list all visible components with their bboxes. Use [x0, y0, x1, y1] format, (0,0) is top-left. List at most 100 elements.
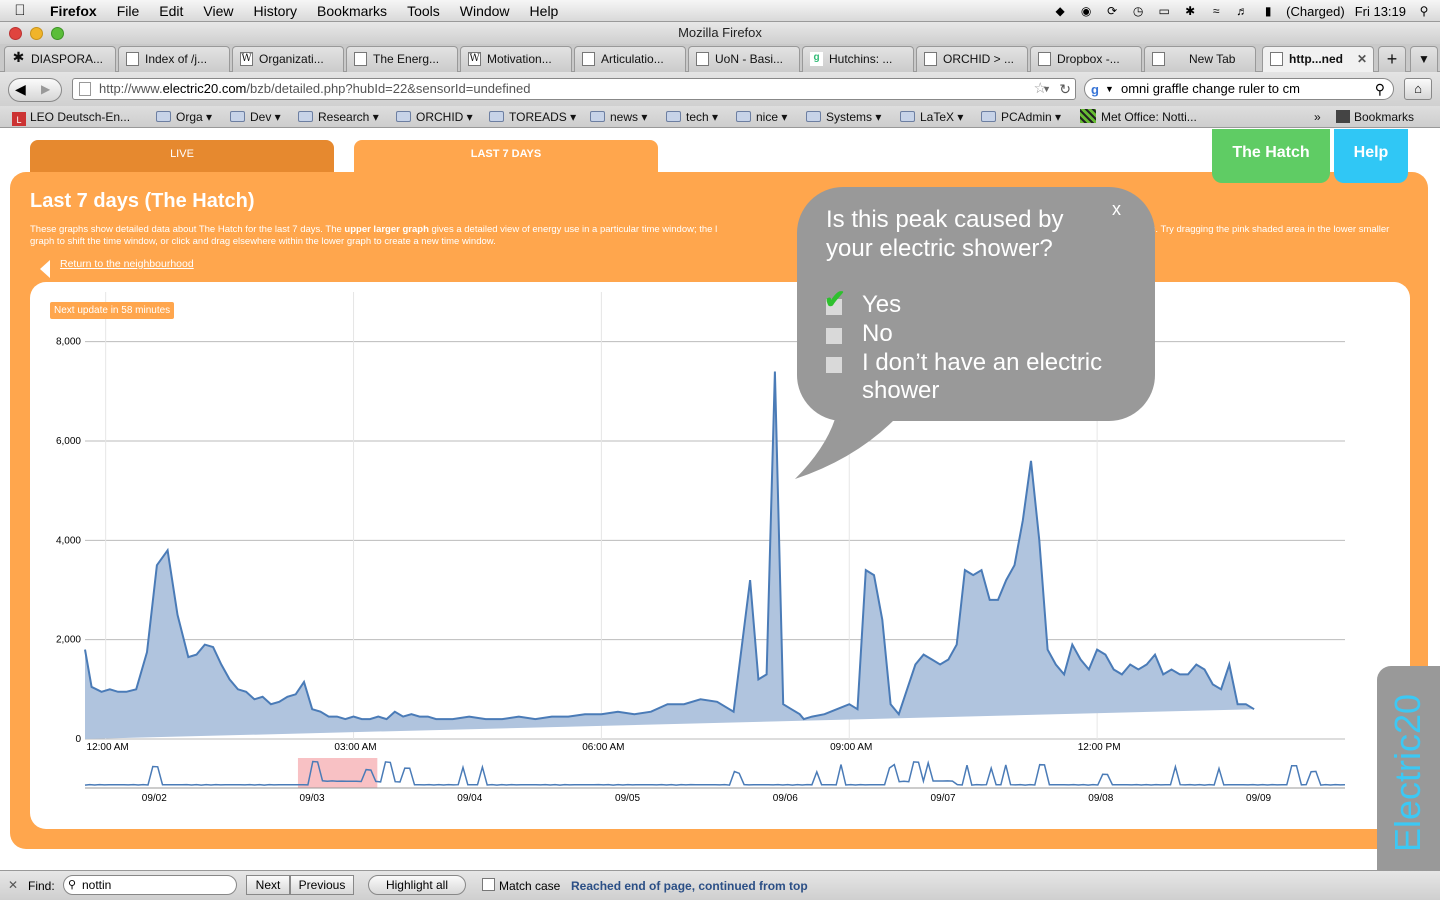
home-button[interactable]: ⌂	[1404, 78, 1432, 100]
battery-status[interactable]: (Charged)	[1286, 4, 1345, 19]
bluetooth-icon[interactable]: ✱	[1182, 4, 1198, 18]
zoom-window-icon[interactable]	[51, 27, 64, 40]
new-tab-button[interactable]: +	[1378, 46, 1406, 72]
back-arrow-icon[interactable]: ◀	[15, 81, 26, 98]
time-machine-icon[interactable]: ◷	[1130, 4, 1146, 18]
apple-menu-icon[interactable]: 	[0, 2, 40, 19]
spotlight-icon[interactable]: ⚲	[1416, 4, 1432, 18]
volume-icon[interactable]: ♬	[1234, 4, 1250, 18]
menu-help[interactable]: Help	[520, 3, 569, 19]
forward-arrow-icon[interactable]: ▶	[41, 82, 50, 96]
browser-tab[interactable]: Articulatio...	[574, 46, 686, 72]
option-label: No	[862, 320, 893, 347]
bookmark-item[interactable]: L LEO Deutsch-En...	[12, 109, 130, 126]
electric20-badge[interactable]: Electric20	[1377, 666, 1440, 870]
folder-icon	[230, 111, 245, 122]
help-button[interactable]: Help	[1334, 129, 1408, 183]
menu-tools[interactable]: Tools	[397, 3, 450, 19]
menu-app[interactable]: Firefox	[40, 3, 107, 19]
menu-view[interactable]: View	[193, 3, 243, 19]
url-dropdown-icon[interactable]: ▼	[1042, 79, 1051, 99]
status-icon[interactable]: ◉	[1078, 4, 1094, 18]
close-window-icon[interactable]	[9, 27, 22, 40]
y-tick-label: 6,000	[56, 436, 81, 447]
match-case-checkbox[interactable]	[482, 878, 495, 891]
tab-label: Dropbox -...	[1057, 52, 1120, 66]
menu-edit[interactable]: Edit	[149, 3, 193, 19]
close-find-bar-icon[interactable]: ✕	[8, 878, 18, 892]
bookmark-folder[interactable]: tech ▾	[666, 109, 718, 125]
browser-tab[interactable]: Index of /j...	[118, 46, 230, 72]
overview-tick-label: 09/07	[931, 793, 956, 804]
bookmark-folder[interactable]: nice ▾	[736, 109, 787, 125]
bookmark-folder[interactable]: PCAdmin ▾	[981, 109, 1061, 125]
bookmark-folder[interactable]: Research ▾	[298, 109, 379, 125]
desc-text: These graphs show detailed data about Th…	[30, 224, 345, 235]
google-icon[interactable]: g	[1091, 80, 1099, 100]
tab-live[interactable]: LIVE	[30, 140, 334, 172]
folder-icon	[981, 111, 996, 122]
bookmark-label: PCAdmin	[1001, 110, 1052, 124]
bookmarks-overflow-button[interactable]: »	[1314, 109, 1321, 125]
bookmark-folder[interactable]: TOREADS ▾	[489, 109, 576, 125]
browser-tab[interactable]: ORCHID > ...	[916, 46, 1028, 72]
bookmark-folder[interactable]: ORCHID ▾	[396, 109, 473, 125]
bookmark-folder[interactable]: Dev ▾	[230, 109, 281, 125]
highlight-all-button[interactable]: Highlight all	[368, 875, 466, 895]
tab-list-button[interactable]: ▼	[1410, 46, 1438, 72]
dropbox-icon[interactable]: ◆	[1052, 4, 1068, 18]
close-popup-button[interactable]: x	[1112, 199, 1121, 220]
menu-history[interactable]: History	[243, 3, 307, 19]
bookmark-item[interactable]: Met Office: Notti...	[1080, 109, 1197, 125]
tab-label: DIASPORA...	[31, 52, 104, 66]
folder-icon	[900, 111, 915, 122]
clock[interactable]: Fri 13:19	[1355, 4, 1406, 19]
menu-file[interactable]: File	[107, 3, 150, 19]
checkbox-no[interactable]	[826, 328, 842, 344]
the-hatch-button[interactable]: The Hatch	[1212, 129, 1330, 183]
sync-icon[interactable]: ⟳	[1104, 4, 1120, 18]
browser-tab[interactable]: W Organizati...	[232, 46, 344, 72]
checkbox-no-shower[interactable]	[826, 357, 842, 373]
browser-tab[interactable]: g Hutchins: ...	[802, 46, 914, 72]
url-bar[interactable]: http://www.electric20.com/bzb/detailed.p…	[72, 78, 1076, 100]
search-icon[interactable]: ⚲	[1375, 79, 1385, 99]
browser-tab[interactable]: ✱ DIASPORA...	[4, 46, 116, 72]
bookmark-label: Dev	[250, 110, 272, 124]
leo-icon: L	[12, 112, 26, 126]
bookmark-folder[interactable]: Systems ▾	[806, 109, 881, 125]
wifi-icon[interactable]: ≈	[1208, 4, 1224, 18]
find-next-button[interactable]: Next	[246, 875, 290, 895]
battery-icon[interactable]: ▮	[1260, 4, 1276, 18]
folder-icon	[590, 111, 605, 122]
menu-window[interactable]: Window	[450, 3, 520, 19]
option-label: Yes	[862, 291, 902, 318]
display-icon[interactable]: ▭	[1156, 4, 1172, 18]
back-arrow-icon[interactable]	[40, 260, 50, 278]
menu-bookmarks[interactable]: Bookmarks	[307, 3, 397, 19]
search-box[interactable]: g ▼ omni graffle change ruler to cm ⚲	[1084, 78, 1394, 100]
bookmark-label: TOREADS	[509, 110, 567, 124]
browser-tab[interactable]: UoN - Basi...	[688, 46, 800, 72]
browser-tab[interactable]: The Energ...	[346, 46, 458, 72]
bookmarks-menu-button[interactable]: Bookmarks	[1336, 109, 1414, 125]
browser-tab[interactable]: New Tab	[1144, 46, 1256, 72]
find-previous-button[interactable]: Previous	[290, 875, 354, 895]
browser-tab[interactable]: W Motivation...	[460, 46, 572, 72]
bookmark-folder[interactable]: news ▾	[590, 109, 647, 125]
energy-chart[interactable]: 0 2,000 4,000 6,000 8,000 12:00 AM 03:00 AM 06:…	[30, 282, 1410, 829]
bookmark-folder[interactable]: Orga ▾	[156, 109, 212, 125]
close-tab-icon[interactable]: ✕	[1357, 47, 1367, 71]
reload-icon[interactable]: ↻	[1059, 79, 1071, 99]
overview-tick-label: 09/04	[457, 793, 482, 804]
browser-tab-active[interactable]: http...ned ✕	[1262, 46, 1374, 72]
search-engine-dropdown-icon[interactable]: ▼	[1105, 79, 1114, 99]
find-input[interactable]: ⚲ nottin	[63, 875, 237, 895]
tab-last-7-days[interactable]: LAST 7 DAYS	[354, 140, 658, 176]
browser-tab[interactable]: Dropbox -...	[1030, 46, 1142, 72]
minimize-window-icon[interactable]	[30, 27, 43, 40]
bookmark-folder[interactable]: LaTeX ▾	[900, 109, 963, 125]
return-to-neighbourhood-link[interactable]: Return to the neighbourhood	[60, 258, 194, 270]
window-title-bar: Mozilla Firefox	[0, 22, 1440, 44]
navigation-toolbar: ◀ ▶ http://www.electric20.com/bzb/detail…	[0, 72, 1440, 106]
